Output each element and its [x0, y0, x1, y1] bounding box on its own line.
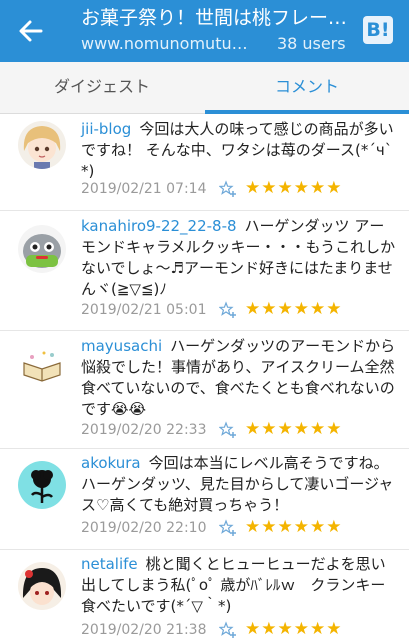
page-title: お菓子祭り！世間は桃フレーバーとかで… [81, 7, 351, 29]
add-star-icon[interactable] [219, 421, 237, 439]
tab-digest[interactable]: ダイジェスト [0, 62, 204, 114]
hatena-bookmark-button[interactable]: B! [363, 16, 393, 44]
avatar[interactable] [18, 121, 66, 169]
app-bar: お菓子祭り！世間は桃フレーバーとかで… www.nomunomutuku... … [0, 0, 409, 62]
list-item: kanahiro9-22_22-8-8 ハーゲンダッツ アーモンドキャラメルクッキ… [0, 211, 409, 331]
comment-date: 2019/02/21 05:01 [81, 302, 207, 318]
comment-user[interactable]: netalife [81, 555, 138, 573]
comment-date: 2019/02/20 22:33 [81, 422, 207, 438]
list-item: mayusachi ハーゲンダッツのアーモンドから悩殺でした！事情があり、アイスク… [0, 331, 409, 449]
add-star-icon[interactable] [219, 519, 237, 537]
star-rating[interactable]: ★★★★★★ [245, 178, 342, 198]
anime-girl-avatar-icon [18, 121, 66, 169]
add-star-icon[interactable] [219, 180, 237, 198]
character-avatar-icon [18, 562, 66, 610]
list-item: netalife 桃と聞くとヒューヒューだよを思い出してしまう私(ﾟoﾟ 歳がﾊﾞ… [0, 550, 409, 640]
avatar[interactable] [18, 345, 66, 393]
comment-user[interactable]: mayusachi [81, 337, 162, 355]
user-count-number: 38 [277, 34, 298, 53]
comment-user[interactable]: jii-blog [81, 120, 131, 138]
list-item: akokura 今回は本当にレベル高そうですね。ハーゲンダッツ、見た目からして凄い… [0, 449, 409, 550]
avatar[interactable] [18, 461, 66, 509]
avatar[interactable] [18, 225, 66, 273]
star-rating[interactable]: ★★★★★★ [245, 619, 342, 639]
add-star-icon[interactable] [219, 621, 237, 639]
star-rating[interactable]: ★★★★★★ [245, 517, 342, 537]
comment-user[interactable]: akokura [81, 454, 141, 472]
comment-date: 2019/02/21 07:14 [81, 181, 207, 197]
avatar[interactable] [18, 562, 66, 610]
users-label: users [302, 34, 346, 53]
star-rating[interactable]: ★★★★★★ [245, 419, 342, 439]
comment-date: 2019/02/20 21:38 [81, 622, 207, 638]
comment-list: jii-blog 今回は大人の味って感じの商品が多いですね！ そんな中、ワタシは苺… [0, 115, 409, 640]
tab-comment[interactable]: コメント [205, 62, 409, 114]
comment-date: 2019/02/20 22:10 [81, 520, 207, 536]
tab-bar: ダイジェスト コメント [0, 62, 409, 114]
back-arrow-icon[interactable] [14, 14, 48, 48]
rose-avatar-icon [18, 461, 66, 509]
book-avatar-icon [18, 345, 66, 393]
comment-user[interactable]: kanahiro9-22_22-8-8 [81, 217, 237, 235]
list-item: jii-blog 今回は大人の味って感じの商品が多いですね！ そんな中、ワタシは苺… [0, 115, 409, 211]
robot-avatar-icon [18, 225, 66, 273]
add-star-icon[interactable] [219, 301, 237, 319]
page-url[interactable]: www.nomunomutuku... [81, 33, 256, 55]
user-count[interactable]: 38 users [277, 33, 346, 55]
star-rating[interactable]: ★★★★★★ [245, 299, 342, 319]
